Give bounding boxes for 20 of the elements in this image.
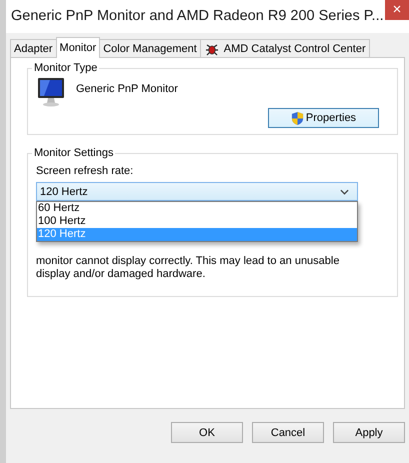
dropdown-option[interactable]: 100 Hertz: [37, 215, 357, 228]
warning-text: monitor cannot display correctly. This may lead to an unusable display and/or damaged hardware.: [36, 255, 340, 281]
tab[interactable]: Adapter: [10, 39, 57, 57]
dialog-button[interactable]: OK: [171, 422, 243, 443]
dropdown-option[interactable]: 60 Hertz: [37, 202, 357, 215]
close-button[interactable]: ×: [385, 0, 409, 20]
dialog-button[interactable]: Apply: [333, 422, 405, 443]
refresh-rate-dropdown[interactable]: 120 Hertz: [36, 182, 358, 201]
window-title: Generic PnP Monitor and AMD Radeon R9 200 Series P...: [10, 7, 384, 24]
properties-button[interactable]: Properties: [268, 108, 379, 128]
tab[interactable]: AMD Catalyst Control Center: [200, 39, 370, 57]
dialog-button[interactable]: Cancel: [252, 422, 324, 443]
group-title: Monitor Type: [33, 62, 98, 74]
tab[interactable]: Color Management: [99, 39, 201, 57]
monitor-name: Generic PnP Monitor: [76, 83, 178, 97]
tab[interactable]: Monitor: [56, 37, 100, 58]
chevron-icon: [340, 188, 349, 194]
group-title: Monitor Settings: [33, 147, 114, 159]
shield-icon: [290, 110, 304, 126]
field-label: Screen refresh rate:: [36, 165, 134, 177]
